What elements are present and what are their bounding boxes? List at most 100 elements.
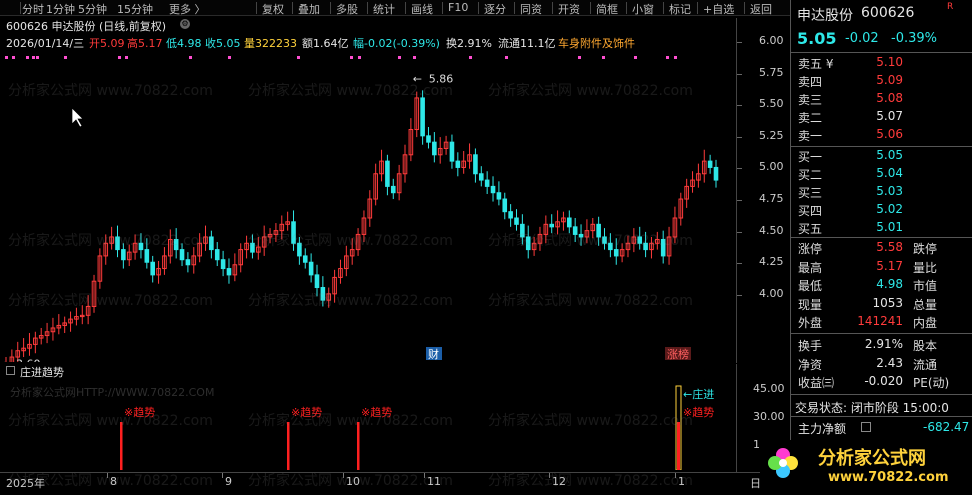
indicator-watermark: 分析家公式网HTTP://WWW.70822.COM: [10, 385, 214, 399]
stat-label: 换手: [798, 339, 823, 353]
trend-signal-label: ※趋势: [124, 406, 155, 419]
toolbar-button[interactable]: 简框: [596, 1, 618, 17]
price-axis: 6.00 5.75 5.50 5.25 5.00 4.75 4.50 4.25 4.00: [736, 18, 790, 363]
divider: [791, 394, 972, 395]
order-book-row[interactable]: 卖二 5.07: [791, 109, 972, 127]
signal-dot: [125, 56, 128, 59]
quote-panel: 申达股份 600626 R 5.05 -0.02 -0.39% 卖五 ¥ 5.10 卖四 5.09…: [790, 0, 972, 495]
finance-marker-label: 财: [428, 347, 439, 361]
trend-signal-label: ※趋势: [291, 406, 322, 419]
candle-body: [713, 166, 719, 181]
indicator-tick: 30.00: [753, 410, 785, 423]
kline-chart[interactable]: ← 5.86 ← 3.60 财 涨榜: [0, 50, 735, 362]
divider: [791, 52, 972, 53]
signal-dot: [189, 56, 192, 59]
toolbar-button[interactable]: 多股: [336, 1, 358, 17]
period-button[interactable]: 15分钟: [117, 1, 153, 17]
price-tick: 5.25: [759, 128, 784, 142]
period-button[interactable]: 分时: [22, 1, 44, 17]
settings-gear-icon[interactable]: ⚙: [180, 19, 190, 29]
order-book-row[interactable]: 买五 5.01: [791, 220, 972, 238]
order-book-row[interactable]: 卖三 5.08: [791, 91, 972, 109]
candle-body: [314, 274, 320, 289]
sector-label[interactable]: 车身附件及饰件: [558, 35, 635, 51]
stat-value: -0.020: [864, 374, 903, 388]
stat-label: 现量: [798, 297, 823, 312]
quote-stat-row: 外盘 141241 内盘: [791, 314, 972, 332]
open-value: 开5.09: [89, 37, 125, 50]
order-book-row[interactable]: 买三 5.03: [791, 184, 972, 202]
low-label: 3.60: [16, 357, 41, 362]
price-tick: 4.50: [759, 223, 784, 237]
indicator-chart[interactable]: 分析家公式网HTTP://WWW.70822.COM ※趋势 ※趋势 ※趋势 ←庄进 ※趋…: [0, 378, 735, 470]
toolbar-button[interactable]: 统计: [373, 1, 395, 17]
order-price: 5.02: [876, 201, 903, 216]
period-button[interactable]: 更多 〉: [169, 1, 206, 17]
signal-dot: [26, 56, 29, 59]
order-book-row[interactable]: 买四 5.02: [791, 202, 972, 220]
candle-body: [608, 242, 613, 251]
toolbar-button[interactable]: 叠加: [298, 1, 320, 17]
candle-body: [226, 268, 232, 276]
toolbar-button[interactable]: 返回: [750, 1, 772, 17]
date-tick: 8: [110, 475, 117, 488]
price-tick-mark: [737, 73, 742, 75]
order-price: 5.09: [876, 73, 903, 88]
trend-signal-label: ※趋势: [361, 406, 392, 419]
stat-value: 1053: [872, 295, 903, 310]
order-book-row[interactable]: 买二 5.04: [791, 166, 972, 184]
candle-body: [549, 223, 555, 228]
divider: [791, 237, 972, 238]
period-button[interactable]: 5分钟: [78, 1, 107, 17]
logo-box: 分析家公式网 www.70822.com: [760, 440, 972, 495]
toolbar-button[interactable]: 小窗: [632, 1, 654, 17]
order-book-row[interactable]: 买一 5.05: [791, 148, 972, 166]
order-level-label: 卖二: [798, 111, 823, 126]
divider: [791, 145, 972, 147]
date-axis: 2025年 8 9 10 11 12 1 日: [0, 472, 790, 495]
logo-text: 分析家公式网: [818, 448, 926, 469]
toolbar-button[interactable]: 同资: [520, 1, 542, 17]
main-net-value: -682.47: [923, 420, 970, 434]
candle-body: [144, 249, 150, 263]
order-level-label: 买二: [798, 167, 823, 182]
toolbar-sep: [292, 2, 293, 14]
stock-chart-window: 分时 1分钟 5分钟 15分钟 更多 〉 复权 叠加 多股 统计 画线 F10 逐分 同资 开资 简框 小窗标…: [0, 0, 972, 495]
order-book-row[interactable]: 卖四 5.09: [791, 73, 972, 91]
order-book-row[interactable]: 卖五 ¥ 5.10: [791, 55, 972, 73]
candle-body: [150, 261, 155, 276]
stat-label: 净资: [798, 357, 823, 372]
peak-arrow: ←: [413, 73, 422, 86]
candle-body: [291, 221, 296, 244]
order-level-label: 买三: [798, 185, 823, 200]
signal-dot: [5, 56, 8, 59]
stat-value: 4.98: [876, 277, 903, 291]
toolbar-button[interactable]: 画线: [411, 1, 433, 17]
period-button[interactable]: 1分钟: [46, 1, 75, 17]
stat-label-right: 内盘: [913, 316, 938, 330]
price-tick: 4.00: [759, 286, 784, 300]
signal-dot: [413, 56, 416, 59]
candle-body: [514, 217, 519, 225]
order-book-row[interactable]: 卖一 5.06: [791, 127, 972, 145]
trade-state: 交易状态: 闭市阶段 15:00:0: [795, 401, 949, 415]
toolbar-button[interactable]: F10: [448, 1, 468, 14]
toolbar-button[interactable]: 逐分: [484, 1, 506, 17]
stat-label-right: PE(动): [913, 376, 950, 390]
toolbar-sep: [330, 2, 331, 14]
candle-body: [449, 141, 455, 162]
date-tick-mark: [343, 473, 344, 478]
candle-body: [508, 211, 513, 219]
toolbar-button[interactable]: +自选: [703, 1, 734, 17]
price-tick-mark: [737, 200, 742, 201]
stat-label: 最低: [798, 279, 823, 293]
toolbar-button[interactable]: 标记: [669, 1, 691, 17]
detail-toggle-icon[interactable]: [861, 422, 871, 432]
trend-signal-bar: [287, 422, 290, 470]
order-level-label: 卖三: [798, 93, 823, 108]
close-indicator-icon[interactable]: [6, 366, 15, 375]
trend-signal-bar: [677, 422, 680, 470]
candle-body: [567, 217, 572, 228]
toolbar-button[interactable]: 开资: [558, 1, 580, 17]
toolbar-button[interactable]: 复权: [262, 1, 284, 17]
